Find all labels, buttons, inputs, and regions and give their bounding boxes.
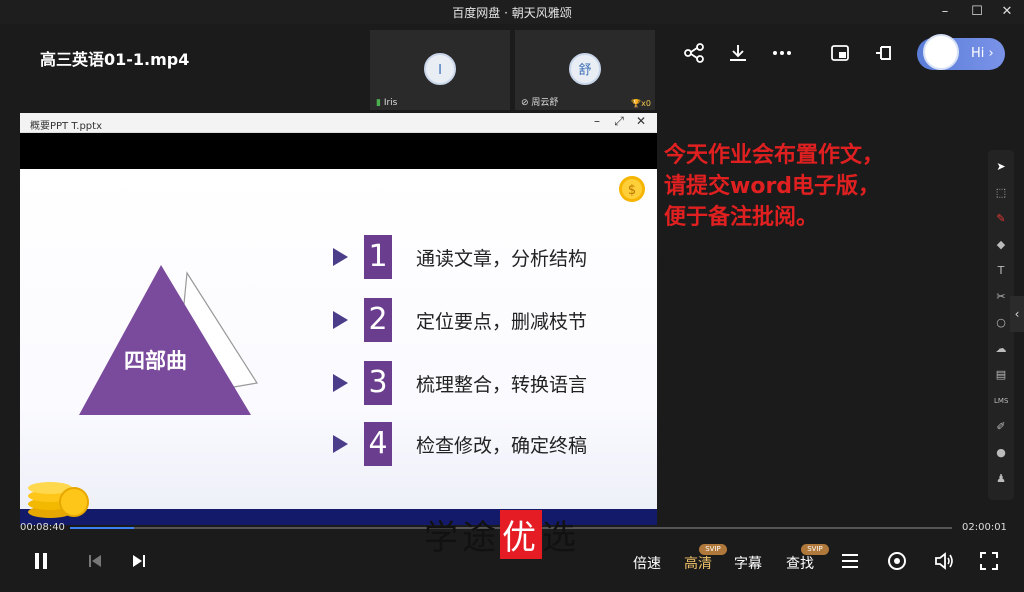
subtitle-button[interactable]: 字幕 <box>734 553 762 573</box>
assistant-avatar <box>923 34 959 70</box>
eraser-icon[interactable]: ◆ <box>994 238 1008 252</box>
pen-icon[interactable]: ✎ <box>994 212 1008 226</box>
pin-icon[interactable] <box>873 42 895 64</box>
item-arrow-icon <box>333 248 348 266</box>
ppt-window[interactable]: 概要PPT T.pptx – ⤢ ✕ $ 四部曲 1 通读文章，分析结构 2 定… <box>20 113 657 525</box>
hi-label: Hi › <box>971 46 994 61</box>
more-icon[interactable] <box>771 42 793 64</box>
ppt-minimize-button[interactable]: – <box>588 114 606 128</box>
teacher-note: 今天作业会布置作文， 请提交word电子版， 便于备注批阅。 <box>664 140 884 233</box>
trophy-badge: 🏆x0 <box>631 99 651 108</box>
edit-icon[interactable]: ✐ <box>994 420 1008 434</box>
trophy-icon: 🏆 <box>631 99 642 108</box>
item-text: 梳理整合，转换语言 <box>416 374 588 396</box>
item-text: 定位要点，删减枝节 <box>416 311 588 333</box>
title-bar: 百度网盘 · 朝天风雅颂 – ☐ ✕ <box>0 0 1024 24</box>
search-button[interactable]: 查找 <box>786 553 814 573</box>
avatar: 舒 <box>569 53 601 85</box>
share-icon[interactable] <box>683 42 705 64</box>
users-icon[interactable]: ♟ <box>994 472 1008 486</box>
item-number: 3 <box>364 361 392 405</box>
current-time: 00:08:40 <box>20 522 65 533</box>
item-text: 通读文章，分析结构 <box>416 248 588 270</box>
previous-icon[interactable] <box>84 550 106 572</box>
volume-icon[interactable] <box>933 550 955 572</box>
mic-icon: ▮ <box>376 98 381 108</box>
note-line: 便于备注批阅。 <box>664 205 819 230</box>
triangle-label: 四部曲 <box>124 348 187 373</box>
cursor-icon[interactable]: ➤ <box>994 160 1008 174</box>
ppt-filename: 概要PPT T.pptx <box>30 121 102 132</box>
participant-name: ⊘ 周云舒 <box>521 98 559 108</box>
item-number: 2 <box>364 298 392 342</box>
select-icon[interactable]: ⬚ <box>994 186 1008 200</box>
scissors-icon[interactable]: ✂ <box>994 290 1008 304</box>
hi-assistant-button[interactable]: Hi › <box>917 34 1005 70</box>
lms-icon[interactable]: LMS <box>994 394 1008 408</box>
fullscreen-icon[interactable] <box>978 550 1000 572</box>
pause-icon[interactable] <box>30 550 52 572</box>
ppt-expand-button[interactable]: ⤢ <box>610 114 628 129</box>
item-text: 检查修改，确定终稿 <box>416 435 588 457</box>
text-icon[interactable]: T <box>994 264 1008 278</box>
mic-muted-icon: ⊘ <box>521 98 529 108</box>
ppt-titlebar: 概要PPT T.pptx – ⤢ ✕ <box>20 113 657 133</box>
pip-icon[interactable] <box>829 42 851 64</box>
note-line: 请提交word电子版， <box>664 174 881 199</box>
video-title: 高三英语01-1.mp4 <box>40 50 190 69</box>
cloud-icon[interactable]: ☁ <box>994 342 1008 356</box>
participant-tile[interactable]: 舒 ⊘ 周云舒 🏆x0 <box>515 30 655 110</box>
avatar: I <box>424 53 456 85</box>
participant-tile[interactable]: I ▮ Iris <box>370 30 510 110</box>
item-arrow-icon <box>333 435 348 453</box>
item-number: 4 <box>364 422 392 466</box>
quality-button[interactable]: 高清 <box>684 553 712 573</box>
playlist-icon[interactable] <box>839 550 861 572</box>
item-arrow-icon <box>333 374 348 392</box>
next-icon[interactable] <box>128 550 150 572</box>
chat-icon[interactable]: ● <box>994 446 1008 460</box>
download-icon[interactable] <box>727 42 749 64</box>
progress-fill <box>70 527 134 529</box>
watermark: 学途优选 <box>424 510 580 559</box>
item-arrow-icon <box>333 311 348 329</box>
ppt-black-band <box>20 133 657 169</box>
circle-icon[interactable]: ○ <box>994 316 1008 330</box>
window-title: 百度网盘 · 朝天风雅颂 <box>452 6 572 20</box>
coin-stack-icon <box>28 482 89 518</box>
close-button[interactable]: ✕ <box>996 2 1018 22</box>
svg-text:$: $ <box>628 183 636 198</box>
item-number: 1 <box>364 235 392 279</box>
note-line: 今天作业会布置作文， <box>664 143 885 168</box>
toolbox-icon[interactable]: ▤ <box>994 368 1008 382</box>
coin-icon: $ <box>619 176 645 202</box>
view-icon[interactable] <box>886 550 908 572</box>
maximize-button[interactable]: ☐ <box>966 2 988 22</box>
total-time: 02:00:01 <box>962 522 1007 533</box>
minimize-button[interactable]: – <box>934 2 956 22</box>
participant-name: ▮ Iris <box>376 98 398 108</box>
speed-button[interactable]: 倍速 <box>633 553 661 573</box>
ppt-close-button[interactable]: ✕ <box>632 114 650 128</box>
slide: $ 四部曲 1 通读文章，分析结构 2 定位要点，删减枝节 3 梳理整合，转换语… <box>20 169 657 509</box>
collapse-toolbar-button[interactable]: ‹ <box>1010 296 1024 332</box>
